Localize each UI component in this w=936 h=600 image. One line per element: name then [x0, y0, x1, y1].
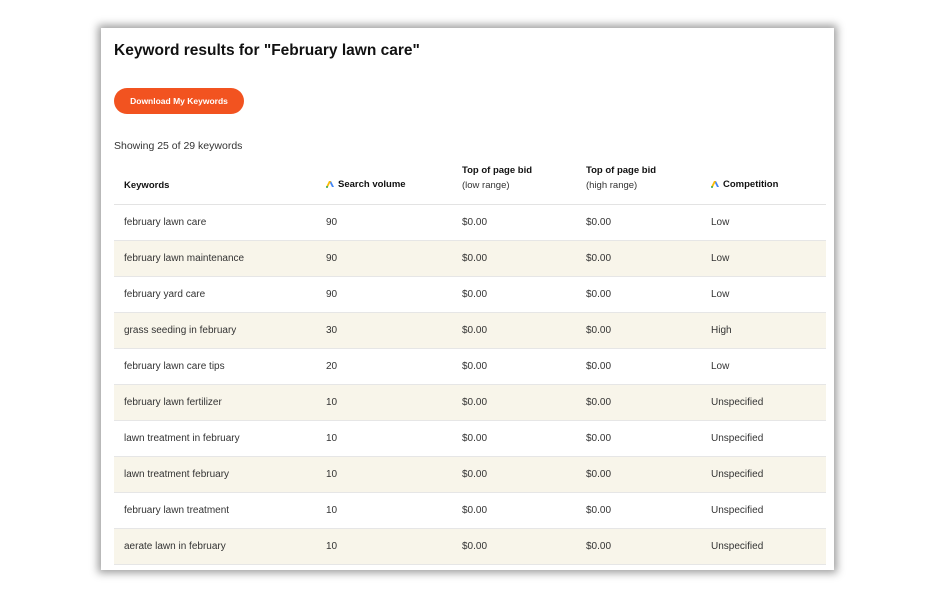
high-bid-cell: $0.00	[576, 348, 701, 385]
header-keywords-label: Keywords	[124, 180, 170, 191]
search-volume-cell: 10	[316, 456, 452, 493]
search-volume-cell: 20	[316, 348, 452, 385]
header-low-bid-label: Top of page bid	[462, 165, 533, 176]
high-bid-cell: $0.00	[576, 312, 701, 349]
google-ads-icon	[326, 178, 334, 193]
competition-cell: Unspecified	[701, 456, 826, 493]
header-low-bid-sublabel: (low range)	[462, 180, 510, 191]
table-row: february yard care 90 $0.00 $0.00 Low	[114, 276, 826, 313]
search-volume-cell: 90	[316, 276, 452, 313]
table-row: lawn treatment february 10 $0.00 $0.00 U…	[114, 456, 826, 493]
header-search-volume-label: Search volume	[338, 179, 406, 190]
keyword-results-card: Keyword results for "February lawn care"…	[101, 28, 834, 570]
page-title: Keyword results for "February lawn care"	[114, 42, 420, 59]
keyword-cell: february lawn maintenance	[114, 240, 316, 277]
header-high-bid[interactable]: Top of page bid (high range)	[576, 163, 701, 205]
high-bid-cell: $0.00	[576, 528, 701, 565]
competition-cell: Unspecified	[701, 420, 826, 457]
low-bid-cell: $0.00	[452, 204, 576, 241]
competition-cell: Low	[701, 348, 826, 385]
search-volume-cell: 10	[316, 384, 452, 421]
header-keywords[interactable]: Keywords	[114, 163, 316, 205]
table-header-row: Keywords Search volume Top of page bid (…	[114, 163, 826, 205]
header-search-volume[interactable]: Search volume	[316, 163, 452, 205]
competition-cell: Unspecified	[701, 384, 826, 421]
table-row: february lawn maintenance 90 $0.00 $0.00…	[114, 240, 826, 277]
header-low-bid[interactable]: Top of page bid (low range)	[452, 163, 576, 205]
keyword-cell: february lawn fertilizer	[114, 384, 316, 421]
keyword-cell: lawn treatment february	[114, 456, 316, 493]
keyword-cell: february lawn care	[114, 204, 316, 241]
header-competition-label: Competition	[723, 179, 779, 190]
competition-cell: Unspecified	[701, 528, 826, 565]
low-bid-cell: $0.00	[452, 276, 576, 313]
keyword-cell: grass seeding in february	[114, 312, 316, 349]
high-bid-cell: $0.00	[576, 276, 701, 313]
low-bid-cell: $0.00	[452, 456, 576, 493]
keyword-cell: aerate lawn in february	[114, 528, 316, 565]
keyword-cell: february lawn care tips	[114, 348, 316, 385]
search-volume-cell: 30	[316, 312, 452, 349]
low-bid-cell: $0.00	[452, 492, 576, 529]
table-row: lawn treatment in february 10 $0.00 $0.0…	[114, 420, 826, 457]
header-high-bid-sublabel: (high range)	[586, 180, 638, 191]
low-bid-cell: $0.00	[452, 420, 576, 457]
search-volume-cell: 10	[316, 492, 452, 529]
keyword-cell: february yard care	[114, 276, 316, 313]
competition-cell: Low	[701, 240, 826, 277]
table-row: grass seeding in february 30 $0.00 $0.00…	[114, 312, 826, 349]
table-row: february lawn care tips 20 $0.00 $0.00 L…	[114, 348, 826, 385]
low-bid-cell: $0.00	[452, 240, 576, 277]
table-row: february lawn fertilizer 10 $0.00 $0.00 …	[114, 384, 826, 421]
competition-cell: Unspecified	[701, 492, 826, 529]
high-bid-cell: $0.00	[576, 240, 701, 277]
keyword-cell: lawn treatment in february	[114, 420, 316, 457]
table-row: aerate lawn in february 10 $0.00 $0.00 U…	[114, 528, 826, 565]
results-count: Showing 25 of 29 keywords	[114, 140, 243, 152]
high-bid-cell: $0.00	[576, 420, 701, 457]
high-bid-cell: $0.00	[576, 492, 701, 529]
low-bid-cell: $0.00	[452, 312, 576, 349]
header-high-bid-label: Top of page bid	[586, 165, 657, 176]
search-volume-cell: 10	[316, 528, 452, 565]
keyword-cell: february lawn treatment	[114, 492, 316, 529]
table-row: february lawn treatment 10 $0.00 $0.00 U…	[114, 492, 826, 529]
low-bid-cell: $0.00	[452, 528, 576, 565]
competition-cell: High	[701, 312, 826, 349]
search-volume-cell: 90	[316, 204, 452, 241]
high-bid-cell: $0.00	[576, 384, 701, 421]
high-bid-cell: $0.00	[576, 456, 701, 493]
low-bid-cell: $0.00	[452, 348, 576, 385]
low-bid-cell: $0.00	[452, 384, 576, 421]
high-bid-cell: $0.00	[576, 204, 701, 241]
keyword-table: Keywords Search volume Top of page bid (…	[114, 163, 826, 565]
download-keywords-button[interactable]: Download My Keywords	[114, 88, 244, 114]
header-competition[interactable]: Competition	[701, 163, 826, 205]
search-volume-cell: 10	[316, 420, 452, 457]
search-volume-cell: 90	[316, 240, 452, 277]
table-row: february lawn care 90 $0.00 $0.00 Low	[114, 204, 826, 241]
competition-cell: Low	[701, 276, 826, 313]
competition-cell: Low	[701, 204, 826, 241]
google-ads-icon	[711, 178, 719, 193]
